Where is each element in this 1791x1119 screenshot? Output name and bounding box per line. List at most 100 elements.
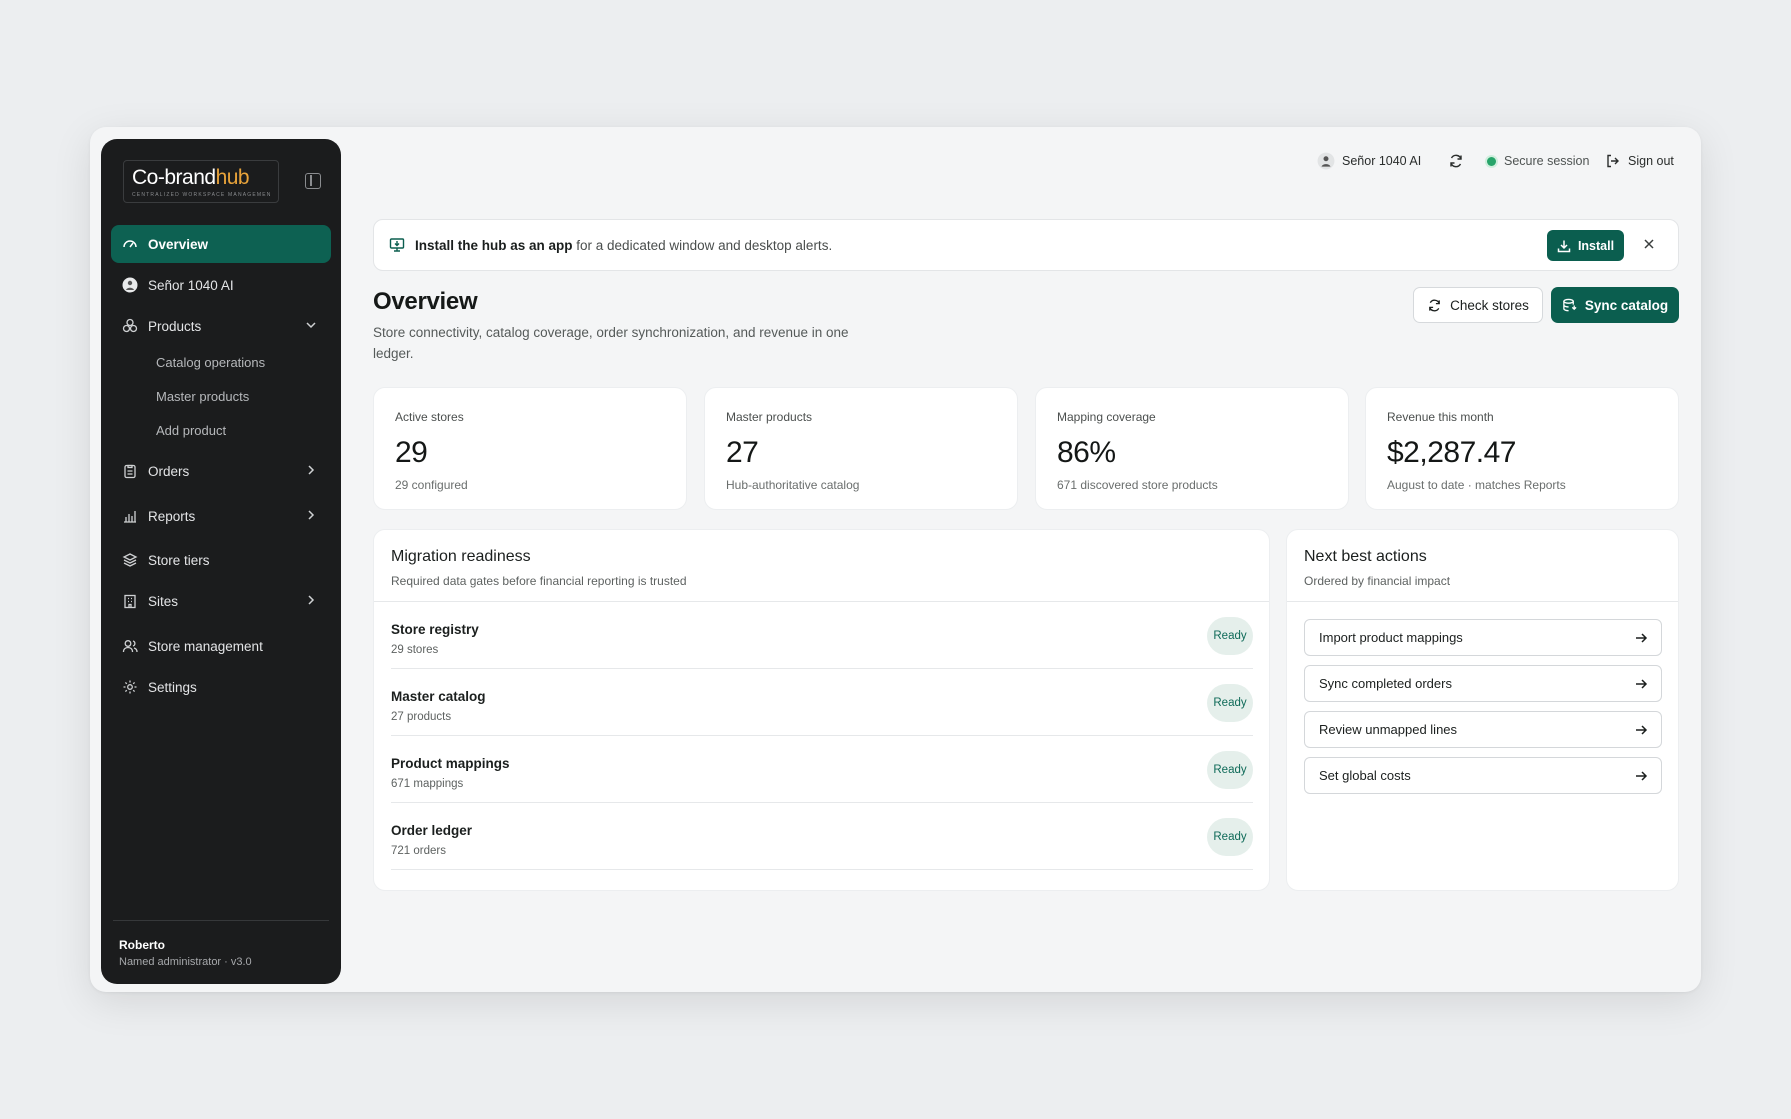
readiness-row-master-catalog: Master catalog 27 products Ready — [391, 669, 1253, 736]
sidebar-item-orders[interactable]: Orders — [111, 452, 331, 490]
readiness-row-order-ledger: Order ledger 721 orders Ready — [391, 803, 1253, 870]
sidebar-item-label: Overview — [148, 236, 209, 252]
page-title: Overview — [373, 288, 478, 315]
row-subtitle: 27 products — [391, 711, 452, 723]
stat-card-revenue: Revenue this month $2,287.47 August to d… — [1365, 387, 1679, 510]
bar-chart-icon — [121, 507, 139, 525]
sidebar-item-store-tiers[interactable]: Store tiers — [111, 541, 331, 579]
refresh-button[interactable] — [1448, 151, 1471, 171]
chevron-right-icon — [305, 594, 317, 609]
status-badge: Ready — [1207, 751, 1253, 789]
install-label: Install — [1577, 238, 1615, 253]
sidebar-item-products[interactable]: Products — [111, 307, 331, 345]
install-banner: Install the hub as an app for a dedicate… — [373, 219, 1679, 271]
status-badge: Ready — [1207, 818, 1253, 856]
banner-text: for a dedicated window and desktop alert… — [572, 237, 833, 253]
account-name: Señor 1040 AI — [1342, 154, 1422, 168]
user-role: Named administrator · v3.0 — [119, 956, 252, 968]
install-button[interactable]: Install — [1547, 230, 1624, 261]
readiness-row-product-mappings: Product mappings 671 mappings Ready — [391, 736, 1253, 803]
arrow-right-icon — [1634, 723, 1648, 737]
refresh-icon — [1448, 153, 1464, 169]
check-stores-button[interactable]: Check stores — [1413, 287, 1543, 323]
panel-title: Migration readiness — [391, 548, 531, 565]
action-set-global-costs[interactable]: Set global costs — [1304, 757, 1662, 794]
sidebar-item-label: Sites — [148, 593, 179, 609]
stat-value: 29 — [395, 436, 428, 469]
stat-card-master-products: Master products 27 Hub-authoritative cat… — [704, 387, 1018, 510]
sidebar-collapse-icon[interactable] — [305, 173, 321, 189]
sidebar-subitem-catalog-operations[interactable]: Catalog operations — [156, 355, 265, 370]
sidebar-item-label: Reports — [148, 508, 196, 524]
account-switcher[interactable]: Señor 1040 AI — [1317, 151, 1421, 171]
action-sync-completed-orders[interactable]: Sync completed orders — [1304, 665, 1662, 702]
layers-icon — [121, 551, 139, 569]
chevron-down-icon — [305, 319, 317, 334]
session-status-dot — [1487, 156, 1496, 166]
brand-logo[interactable]: Co-brandhub CENTRALIZED WORKSPACE MANAGE… — [123, 160, 279, 203]
stat-note: 29 configured — [395, 478, 468, 492]
stat-card-active-stores: Active stores 29 29 configured — [373, 387, 687, 510]
sidebar-item-label: Products — [148, 318, 202, 334]
arrow-right-icon — [1634, 769, 1648, 783]
stat-value: $2,287.47 — [1387, 436, 1516, 469]
session-label: Secure session — [1504, 154, 1590, 168]
stat-label: Revenue this month — [1387, 410, 1494, 424]
panel-subtitle: Ordered by financial impact — [1304, 574, 1451, 588]
sync-catalog-button[interactable]: Sync catalog — [1551, 287, 1679, 323]
row-title: Master catalog — [391, 689, 486, 704]
stat-label: Master products — [726, 410, 813, 424]
building-icon — [121, 592, 139, 610]
sidebar-item-store-management[interactable]: Store management — [111, 627, 331, 665]
user-name: Roberto — [119, 938, 165, 952]
status-badge: Ready — [1207, 617, 1253, 655]
download-icon — [1557, 239, 1571, 253]
row-subtitle: 29 stores — [391, 644, 439, 656]
gauge-icon — [121, 235, 139, 253]
sign-out-button[interactable]: Sign out — [1605, 151, 1674, 171]
action-review-unmapped-lines[interactable]: Review unmapped lines — [1304, 711, 1662, 748]
logo-tagline: CENTRALIZED WORKSPACE MANAGEMENT — [132, 192, 270, 198]
avatar-icon — [1317, 152, 1335, 170]
logo-text-accent: hub — [215, 166, 250, 189]
action-import-product-mappings[interactable]: Import product mappings — [1304, 619, 1662, 656]
gear-icon — [121, 678, 139, 696]
cubes-icon — [121, 317, 139, 335]
sidebar-item-senor-1040-ai[interactable]: Señor 1040 AI — [111, 266, 331, 304]
status-badge: Ready — [1207, 684, 1253, 722]
avatar-icon — [121, 276, 139, 294]
close-icon[interactable] — [1642, 237, 1656, 251]
sync-catalog-label: Sync catalog — [1584, 297, 1669, 313]
sidebar-subitem-master-products[interactable]: Master products — [156, 389, 249, 404]
sidebar-item-label: Store tiers — [148, 552, 210, 568]
sidebar-item-settings[interactable]: Settings — [111, 668, 331, 706]
banner-bold-text: Install the hub as an app — [415, 237, 573, 253]
row-title: Product mappings — [391, 756, 510, 771]
stat-note: 671 discovered store products — [1057, 478, 1218, 492]
stat-value: 86% — [1057, 436, 1116, 469]
panel-subtitle: Required data gates before financial rep… — [391, 574, 687, 588]
sidebar-subitem-add-product[interactable]: Add product — [156, 423, 226, 438]
row-subtitle: 671 mappings — [391, 778, 464, 790]
arrow-right-icon — [1634, 677, 1648, 691]
action-label: Set global costs — [1319, 768, 1411, 783]
database-sync-icon — [1562, 298, 1577, 313]
row-title: Order ledger — [391, 823, 473, 838]
stat-value: 27 — [726, 436, 759, 469]
chevron-right-icon — [305, 509, 317, 524]
logo-text-primary: Co-brand — [132, 166, 216, 189]
sidebar-item-overview[interactable]: Overview — [111, 225, 331, 263]
stat-note: Hub-authoritative catalog — [726, 478, 860, 492]
action-label: Import product mappings — [1319, 630, 1463, 645]
readiness-row-store-registry: Store registry 29 stores Ready — [391, 602, 1253, 669]
sidebar: Co-brandhub CENTRALIZED WORKSPACE MANAGE… — [101, 139, 341, 984]
sidebar-divider — [113, 920, 329, 921]
sidebar-item-label: Orders — [148, 463, 190, 479]
sidebar-item-reports[interactable]: Reports — [111, 497, 331, 535]
migration-readiness-panel: Migration readiness Required data gates … — [373, 529, 1270, 891]
clipboard-icon — [121, 462, 139, 480]
sidebar-item-sites[interactable]: Sites — [111, 582, 331, 620]
stat-card-mapping-coverage: Mapping coverage 86% 671 discovered stor… — [1035, 387, 1349, 510]
refresh-icon — [1427, 298, 1442, 313]
next-best-actions-panel: Next best actions Ordered by financial i… — [1286, 529, 1679, 891]
